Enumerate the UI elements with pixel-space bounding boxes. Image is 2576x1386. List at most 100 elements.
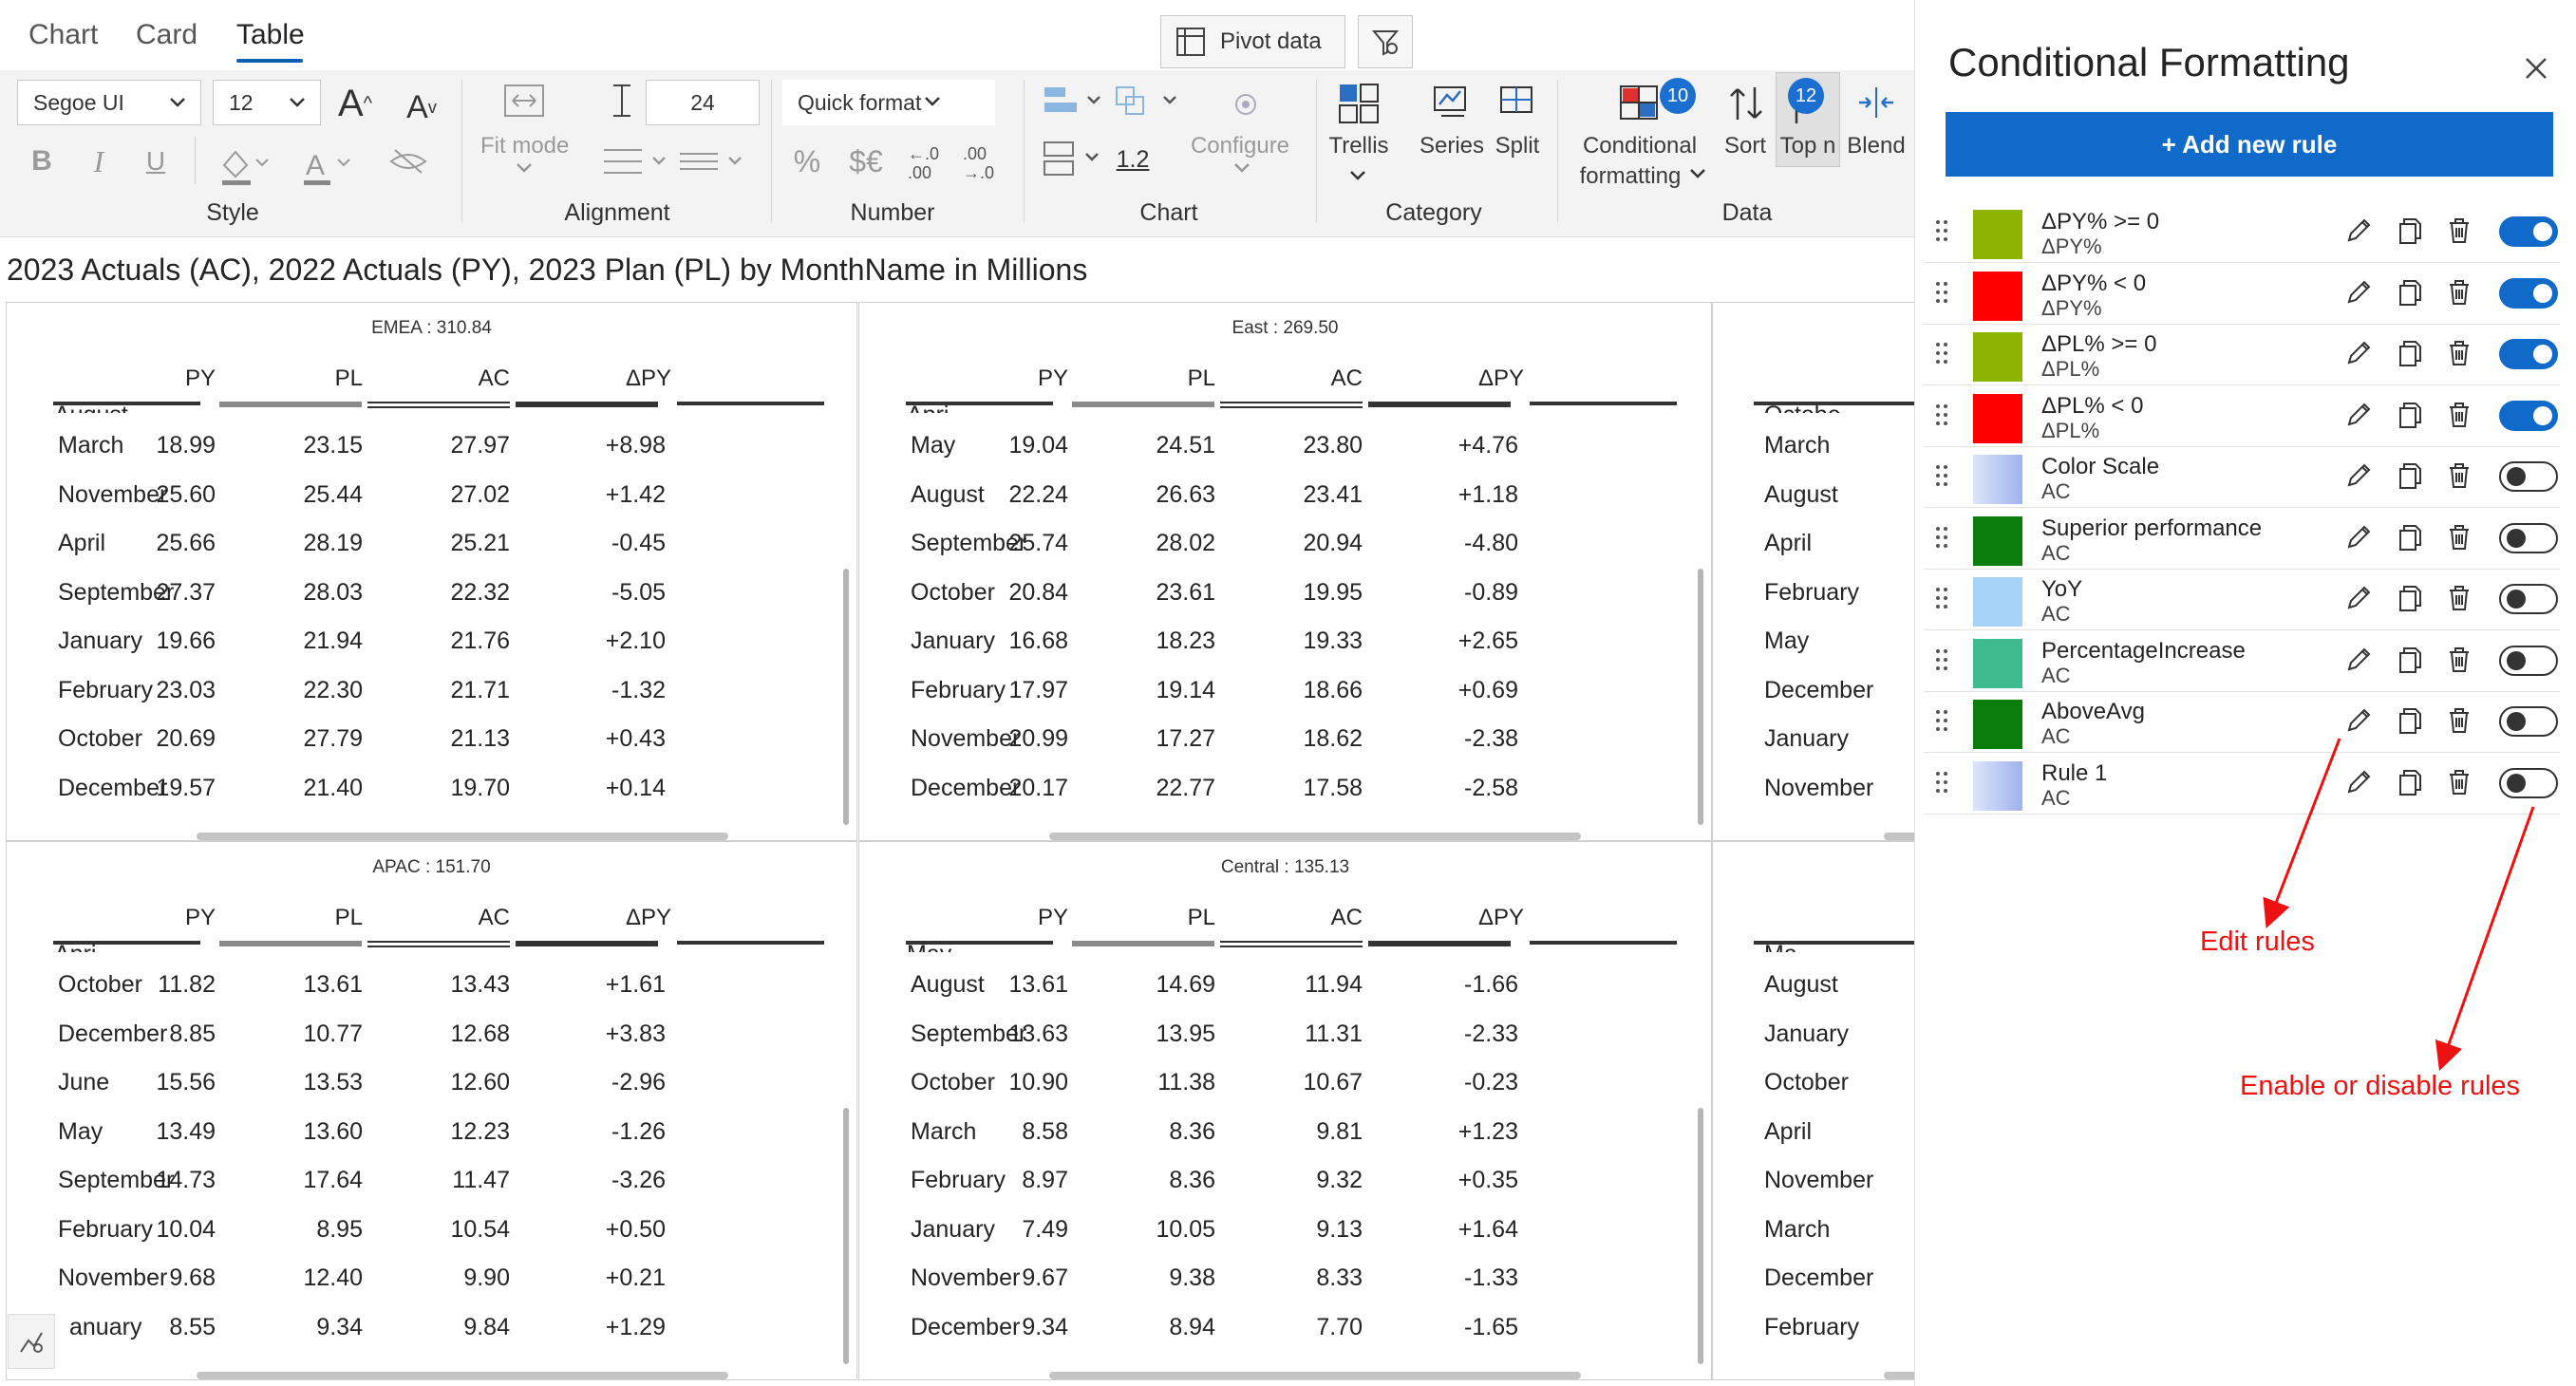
enable-toggle[interactable] <box>2499 645 2558 676</box>
copy-icon[interactable] <box>2395 460 2425 496</box>
enable-toggle[interactable] <box>2499 277 2558 309</box>
chart-variance-icon[interactable] <box>1115 84 1185 122</box>
row-height-input[interactable]: 24 <box>646 80 760 125</box>
vertical-scrollbar[interactable] <box>843 1108 849 1364</box>
drag-handle-icon[interactable] <box>1935 770 1948 799</box>
chevron-down-icon[interactable] <box>1346 167 1369 186</box>
rule-row[interactable]: ΔPY% >= 0 ΔPY% <box>1914 201 2576 262</box>
currency-icon[interactable]: $€ <box>839 140 893 182</box>
close-icon[interactable] <box>2523 55 2549 82</box>
font-size-dropdown[interactable]: 12 <box>213 80 321 125</box>
delete-icon[interactable] <box>2444 645 2474 680</box>
decimal-value-button[interactable]: 1.2 <box>1111 139 1155 180</box>
enable-toggle[interactable] <box>2499 400 2558 431</box>
percent-icon[interactable]: % <box>790 140 824 182</box>
split-icon[interactable] <box>1498 82 1538 125</box>
edit-icon[interactable] <box>2343 583 2374 618</box>
delete-icon[interactable] <box>2444 277 2474 312</box>
drag-handle-icon[interactable] <box>1935 280 1948 309</box>
chart-axis-icon[interactable] <box>1043 139 1105 180</box>
vertical-scrollbar[interactable] <box>1698 1108 1703 1364</box>
pivot-data-button[interactable]: Pivot data <box>1160 15 1345 68</box>
conditional-formatting-icon[interactable] <box>1618 82 1660 123</box>
rule-row[interactable]: YoY AC <box>1914 569 2576 629</box>
copy-icon[interactable] <box>2395 645 2425 680</box>
rule-row[interactable]: ΔPY% < 0 ΔPY% <box>1914 263 2576 324</box>
chart-settings-button[interactable] <box>8 1314 55 1369</box>
edit-icon[interactable] <box>2343 338 2374 373</box>
increase-decimals-icon[interactable]: ←.0.00 <box>902 140 944 182</box>
fit-mode-icon[interactable] <box>503 82 545 120</box>
drag-handle-icon[interactable] <box>1935 463 1948 493</box>
quick-format-dropdown[interactable]: Quick format <box>782 80 995 125</box>
copy-icon[interactable] <box>2395 583 2425 618</box>
copy-icon[interactable] <box>2395 215 2425 251</box>
rule-row[interactable]: PercentageIncrease AC <box>1914 630 2576 691</box>
horizontal-align-icon[interactable] <box>600 142 676 180</box>
drag-handle-icon[interactable] <box>1935 586 1948 615</box>
chevron-down-icon[interactable] <box>1231 159 1253 178</box>
chevron-down-icon[interactable] <box>1686 165 1709 184</box>
clear-format-icon[interactable] <box>387 142 429 180</box>
enable-toggle[interactable] <box>2499 584 2558 614</box>
delete-icon[interactable] <box>2444 583 2474 618</box>
delete-icon[interactable] <box>2444 522 2474 557</box>
font-family-dropdown[interactable]: Segoe UI <box>17 80 201 125</box>
fill-color-icon[interactable] <box>216 140 273 188</box>
horizontal-scrollbar[interactable] <box>197 833 728 840</box>
rule-row[interactable]: Superior performance AC <box>1914 508 2576 569</box>
vertical-scrollbar[interactable] <box>843 569 849 825</box>
series-icon[interactable] <box>1432 82 1472 125</box>
edit-icon[interactable] <box>2343 215 2374 251</box>
horizontal-scrollbar[interactable] <box>1049 1372 1581 1379</box>
rule-row[interactable]: ΔPL% < 0 ΔPL% <box>1914 385 2576 446</box>
drag-handle-icon[interactable] <box>1935 708 1948 738</box>
enable-toggle[interactable] <box>2499 339 2558 369</box>
rule-row[interactable]: Color Scale AC <box>1914 446 2576 507</box>
enable-toggle[interactable] <box>2499 522 2558 553</box>
drag-handle-icon[interactable] <box>1935 647 1948 677</box>
drag-handle-icon[interactable] <box>1935 341 1948 370</box>
font-color-icon[interactable]: A <box>300 140 357 188</box>
increase-font-icon[interactable]: A ^ <box>332 80 378 127</box>
edit-icon[interactable] <box>2343 645 2374 680</box>
horizontal-scrollbar[interactable] <box>197 1372 728 1379</box>
vertical-scrollbar[interactable] <box>1698 569 1703 825</box>
chevron-down-icon[interactable] <box>513 159 536 178</box>
drag-handle-icon[interactable] <box>1935 403 1948 432</box>
edit-icon[interactable] <box>2343 522 2374 557</box>
configure-icon[interactable] <box>1225 84 1267 125</box>
copy-icon[interactable] <box>2395 400 2425 435</box>
chart-layout-icon[interactable] <box>1043 84 1105 122</box>
copy-icon[interactable] <box>2395 522 2425 557</box>
blend-icon[interactable] <box>1855 84 1897 122</box>
underline-icon[interactable]: U <box>139 142 173 180</box>
delete-icon[interactable] <box>2444 460 2474 496</box>
tab-card[interactable]: Card <box>136 19 197 51</box>
add-new-rule-button[interactable]: + Add new rule <box>1946 112 2553 177</box>
tab-chart[interactable]: Chart <box>28 19 98 51</box>
horizontal-scrollbar[interactable] <box>1049 833 1581 840</box>
copy-icon[interactable] <box>2395 338 2425 373</box>
vertical-align-icon[interactable] <box>676 142 752 180</box>
sort-icon[interactable] <box>1726 82 1766 125</box>
delete-icon[interactable] <box>2444 338 2474 373</box>
decrease-decimals-icon[interactable]: .00→.0 <box>957 140 999 182</box>
drag-handle-icon[interactable] <box>1935 218 1948 248</box>
enable-toggle[interactable] <box>2499 461 2558 492</box>
italic-icon[interactable]: I <box>82 142 116 180</box>
trellis-icon[interactable] <box>1337 82 1381 125</box>
enable-toggle[interactable] <box>2499 216 2558 247</box>
edit-icon[interactable] <box>2343 460 2374 496</box>
tab-table[interactable]: Table <box>236 19 305 51</box>
rule-row[interactable]: ΔPL% >= 0 ΔPL% <box>1914 324 2576 384</box>
delete-icon[interactable] <box>2444 400 2474 435</box>
drag-handle-icon[interactable] <box>1935 525 1948 554</box>
decrease-font-icon[interactable]: Av <box>399 84 444 131</box>
delete-icon[interactable] <box>2444 215 2474 251</box>
edit-icon[interactable] <box>2343 400 2374 435</box>
copy-icon[interactable] <box>2395 277 2425 312</box>
bold-icon[interactable]: B <box>25 142 59 180</box>
edit-icon[interactable] <box>2343 277 2374 312</box>
filter-button[interactable] <box>1358 15 1413 68</box>
